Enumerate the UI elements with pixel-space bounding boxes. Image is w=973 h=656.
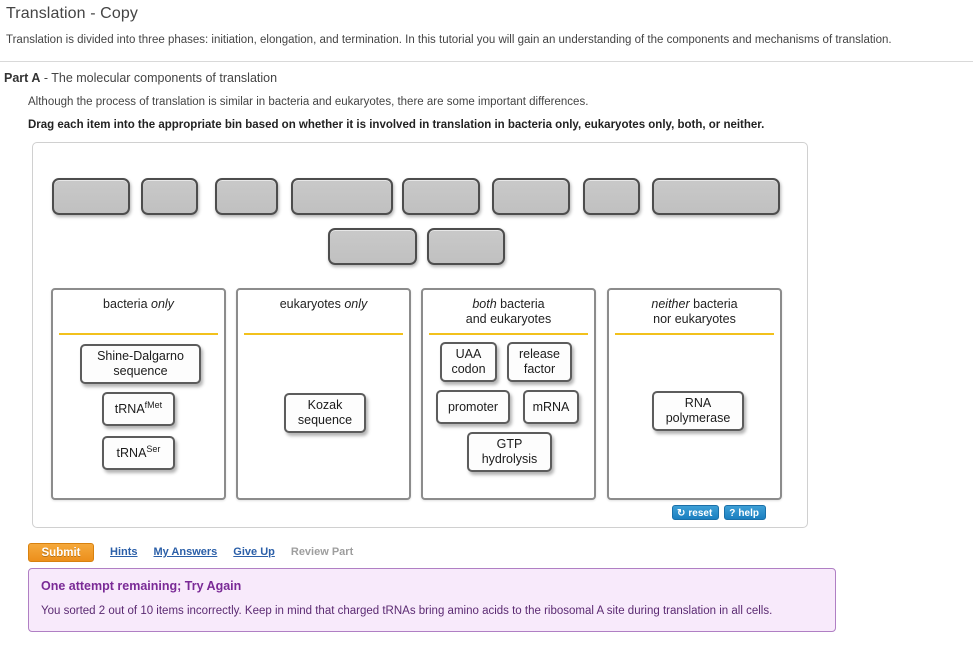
page-title: Translation - Copy bbox=[6, 5, 138, 22]
part-heading: Part A - The molecular components of tra… bbox=[4, 71, 277, 85]
feedback-panel: One attempt remaining; Try Again You sor… bbox=[28, 568, 836, 632]
draggable-item-slot[interactable] bbox=[328, 228, 417, 265]
bin-title: both bacteria and eukaryotes bbox=[465, 297, 552, 326]
sorted-item-chip[interactable]: Shine-Dalgarno sequence bbox=[80, 344, 201, 384]
draggable-item-slot[interactable] bbox=[583, 178, 640, 215]
draggable-item-slot[interactable] bbox=[215, 178, 278, 215]
action-link-hints[interactable]: Hints bbox=[110, 543, 138, 562]
sorted-item-label: RNA polymerase bbox=[665, 396, 731, 425]
reset-button[interactable]: ↻ reset bbox=[672, 505, 720, 520]
bin-title: eukaryotes only bbox=[279, 297, 368, 311]
bin-accent-rule bbox=[615, 333, 774, 335]
draggable-item-slot[interactable] bbox=[402, 178, 480, 215]
bin-drop-area[interactable]: RNA polymerase bbox=[609, 338, 780, 492]
bin-title: neither bacteria nor eukaryotes bbox=[651, 297, 738, 326]
draggable-item-slot[interactable] bbox=[492, 178, 570, 215]
sorted-item-chip[interactable]: tRNAfMet bbox=[102, 392, 175, 426]
help-button-label: help bbox=[738, 508, 759, 519]
sorted-item-superscript: Ser bbox=[146, 443, 161, 454]
draggable-item-slot[interactable] bbox=[52, 178, 130, 215]
draggable-item-slot[interactable] bbox=[291, 178, 393, 215]
submit-button[interactable]: Submit bbox=[28, 543, 94, 562]
bin-drop-area[interactable]: UAA codon release factor promoter mRNA GTP hydr… bbox=[423, 338, 594, 492]
part-subtitle: - The molecular components of translatio… bbox=[40, 71, 278, 85]
bin-drop-area[interactable]: Shine-Dalgarno sequence tRNAfMet tRNASer bbox=[53, 338, 224, 492]
sorted-item-label: release factor bbox=[519, 347, 560, 376]
sorted-item-chip[interactable]: mRNA bbox=[523, 390, 579, 424]
action-link-give-up[interactable]: Give Up bbox=[233, 543, 275, 562]
sorted-item-chip[interactable]: tRNASer bbox=[102, 436, 175, 470]
help-button[interactable]: ? help bbox=[724, 505, 766, 520]
bin-eukaryotes-only[interactable]: eukaryotes only Kozak sequence bbox=[236, 288, 411, 500]
action-row: Submit Hints My Answers Give Up Review Part bbox=[28, 543, 353, 563]
reset-button-label: reset bbox=[688, 508, 713, 519]
draggable-item-slot[interactable] bbox=[427, 228, 505, 265]
sorted-item-label: GTP hydrolysis bbox=[481, 437, 538, 466]
question-prompt: Drag each item into the appropriate bin … bbox=[28, 119, 765, 131]
sorted-item-label: promoter bbox=[447, 399, 499, 414]
bin-accent-rule bbox=[244, 333, 403, 335]
sorted-item-label: UAA codon bbox=[451, 347, 486, 376]
feedback-body: You sorted 2 out of 10 items incorrectly… bbox=[41, 605, 773, 617]
sorted-item-chip[interactable]: UAA codon bbox=[440, 342, 497, 382]
sorted-item-label: tRNAfMet bbox=[114, 399, 163, 416]
bin-bacteria-only[interactable]: bacteria only Shine-Dalgarno sequence tRNAf… bbox=[51, 288, 226, 500]
bin-both-bacteria-and-eukaryotes[interactable]: both bacteria and eukaryotes UAA codon relea… bbox=[421, 288, 596, 500]
bin-title: bacteria only bbox=[103, 297, 174, 311]
question-mark-icon: ? bbox=[729, 508, 736, 519]
sorted-item-label: Kozak sequence bbox=[297, 398, 353, 427]
sorted-item-chip[interactable]: Kozak sequence bbox=[284, 393, 366, 433]
feedback-title: One attempt remaining; Try Again bbox=[41, 579, 242, 593]
bin-accent-rule bbox=[429, 333, 588, 335]
sorted-item-chip[interactable]: release factor bbox=[507, 342, 572, 382]
sorted-item-label: tRNASer bbox=[116, 443, 161, 460]
sorted-item-label: Shine-Dalgarno sequence bbox=[97, 349, 184, 378]
activity-tool-buttons: ↻ reset? help bbox=[672, 505, 766, 523]
sorted-item-superscript: fMet bbox=[144, 399, 163, 410]
assignment-page: Translation - Copy Translation is divide… bbox=[0, 0, 973, 656]
sorted-item-chip[interactable]: GTP hydrolysis bbox=[467, 432, 552, 472]
bin-neither-bacteria-nor-eukaryotes[interactable]: neither bacteria nor eukaryotes RNA polymer… bbox=[607, 288, 782, 500]
draggable-item-slot[interactable] bbox=[141, 178, 198, 215]
bin-drop-area[interactable]: Kozak sequence bbox=[238, 338, 409, 492]
bin-accent-rule bbox=[59, 333, 218, 335]
action-link-my-answers[interactable]: My Answers bbox=[154, 543, 218, 562]
sorted-item-label: mRNA bbox=[532, 399, 570, 414]
sorted-item-chip[interactable]: RNA polymerase bbox=[652, 391, 744, 431]
part-label: Part A bbox=[4, 71, 41, 85]
assignment-intro-text: Translation is divided into three phases… bbox=[6, 34, 892, 46]
reset-icon: ↻ bbox=[677, 508, 686, 519]
action-link-review-part: Review Part bbox=[290, 546, 354, 558]
draggable-item-slot[interactable] bbox=[652, 178, 780, 215]
header-divider bbox=[0, 61, 973, 62]
sorted-item-chip[interactable]: promoter bbox=[436, 390, 510, 424]
question-intro: Although the process of translation is s… bbox=[28, 96, 589, 108]
